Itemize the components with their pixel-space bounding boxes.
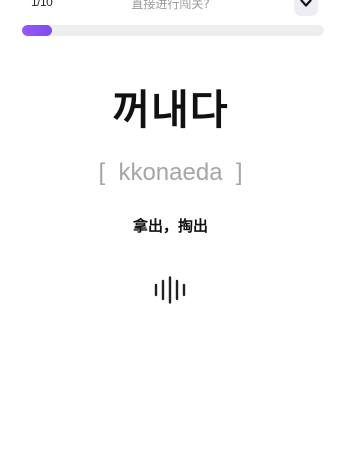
romanization: [ kkonaeda ] <box>98 159 243 186</box>
collapse-button[interactable] <box>294 0 318 16</box>
flashcard-screen: 1/10 直接进行闯关? 꺼내다 [ kkonaeda ] 拿出，掏出 <box>0 0 341 475</box>
korean-word: 꺼내다 <box>112 86 229 134</box>
top-bar: 1/10 直接进行闯关? <box>0 0 341 18</box>
play-audio-button[interactable] <box>150 276 190 304</box>
audio-waveform-icon <box>154 276 186 304</box>
word-meaning: 拿出，掏出 <box>132 217 208 235</box>
skip-to-challenge-link[interactable]: 直接进行闯关? <box>0 0 341 12</box>
chevron-down-icon <box>300 0 312 7</box>
progress-bar-fill <box>22 25 53 36</box>
progress-bar <box>22 25 324 36</box>
